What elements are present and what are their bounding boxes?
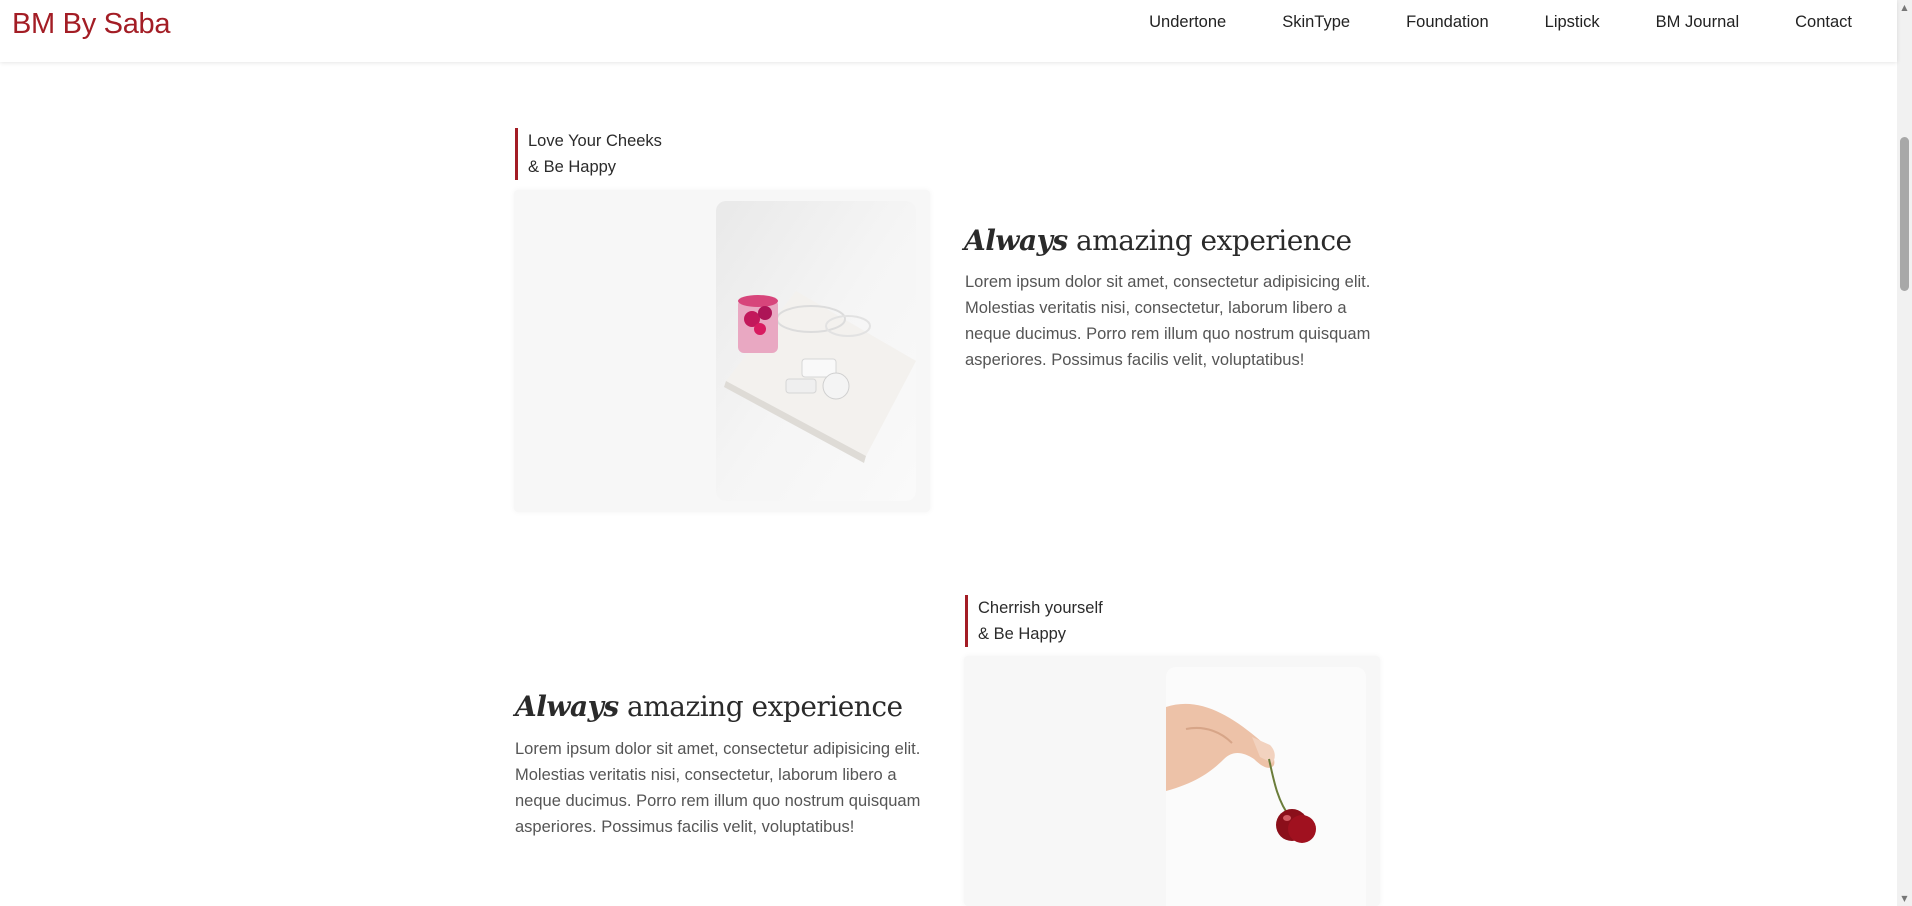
section2-image-card (964, 656, 1380, 906)
nav-item-contact[interactable]: Contact (1795, 13, 1852, 32)
page-scrollbar[interactable]: ▲ ▼ (1897, 0, 1912, 906)
section1-tagline-line2: & Be Happy (528, 158, 617, 176)
nav-item-lipstick[interactable]: Lipstick (1545, 13, 1600, 32)
nav-item-undertone[interactable]: Undertone (1149, 13, 1226, 32)
section1-heading-emphasis: Always (964, 224, 1068, 257)
section1-image-card (514, 190, 930, 512)
section1-heading: Always amazing experience (964, 224, 1352, 257)
pink-drink-tray-photo (716, 201, 916, 501)
section2-tagline-line1: Cherrish yourself (978, 599, 1103, 617)
section2-heading-rest: amazing experience (618, 690, 903, 723)
main-nav: Undertone SkinType Foundation Lipstick B… (1093, 0, 1897, 44)
section1-body: Lorem ipsum dolor sit amet, consectetur … (965, 273, 1371, 369)
scroll-up-arrow-icon[interactable]: ▲ (1897, 0, 1912, 15)
section1-tagline-line1: Love Your Cheeks (528, 132, 662, 150)
nav-item-skintype[interactable]: SkinType (1282, 13, 1350, 32)
section1-heading-rest: amazing experience (1067, 224, 1352, 257)
nav-item-foundation[interactable]: Foundation (1406, 13, 1489, 32)
site-header: BM By Saba Undertone SkinType Foundation… (0, 0, 1897, 62)
hand-cherry-photo (1166, 667, 1366, 906)
section1-tagline: Love Your Cheeks & Be Happy (515, 128, 662, 180)
scrollbar-thumb[interactable] (1900, 137, 1909, 291)
section2-tagline-line2: & Be Happy (978, 625, 1067, 643)
brand-logo[interactable]: BM By Saba (12, 8, 170, 41)
scroll-down-arrow-icon[interactable]: ▼ (1897, 891, 1912, 906)
section2-tagline: Cherrish yourself & Be Happy (965, 595, 1103, 647)
section2-body: Lorem ipsum dolor sit amet, consectetur … (515, 740, 921, 836)
section2-heading-emphasis: Always (515, 690, 619, 723)
section2-heading: Always amazing experience (515, 690, 903, 723)
nav-item-bm-journal[interactable]: BM Journal (1656, 13, 1739, 32)
